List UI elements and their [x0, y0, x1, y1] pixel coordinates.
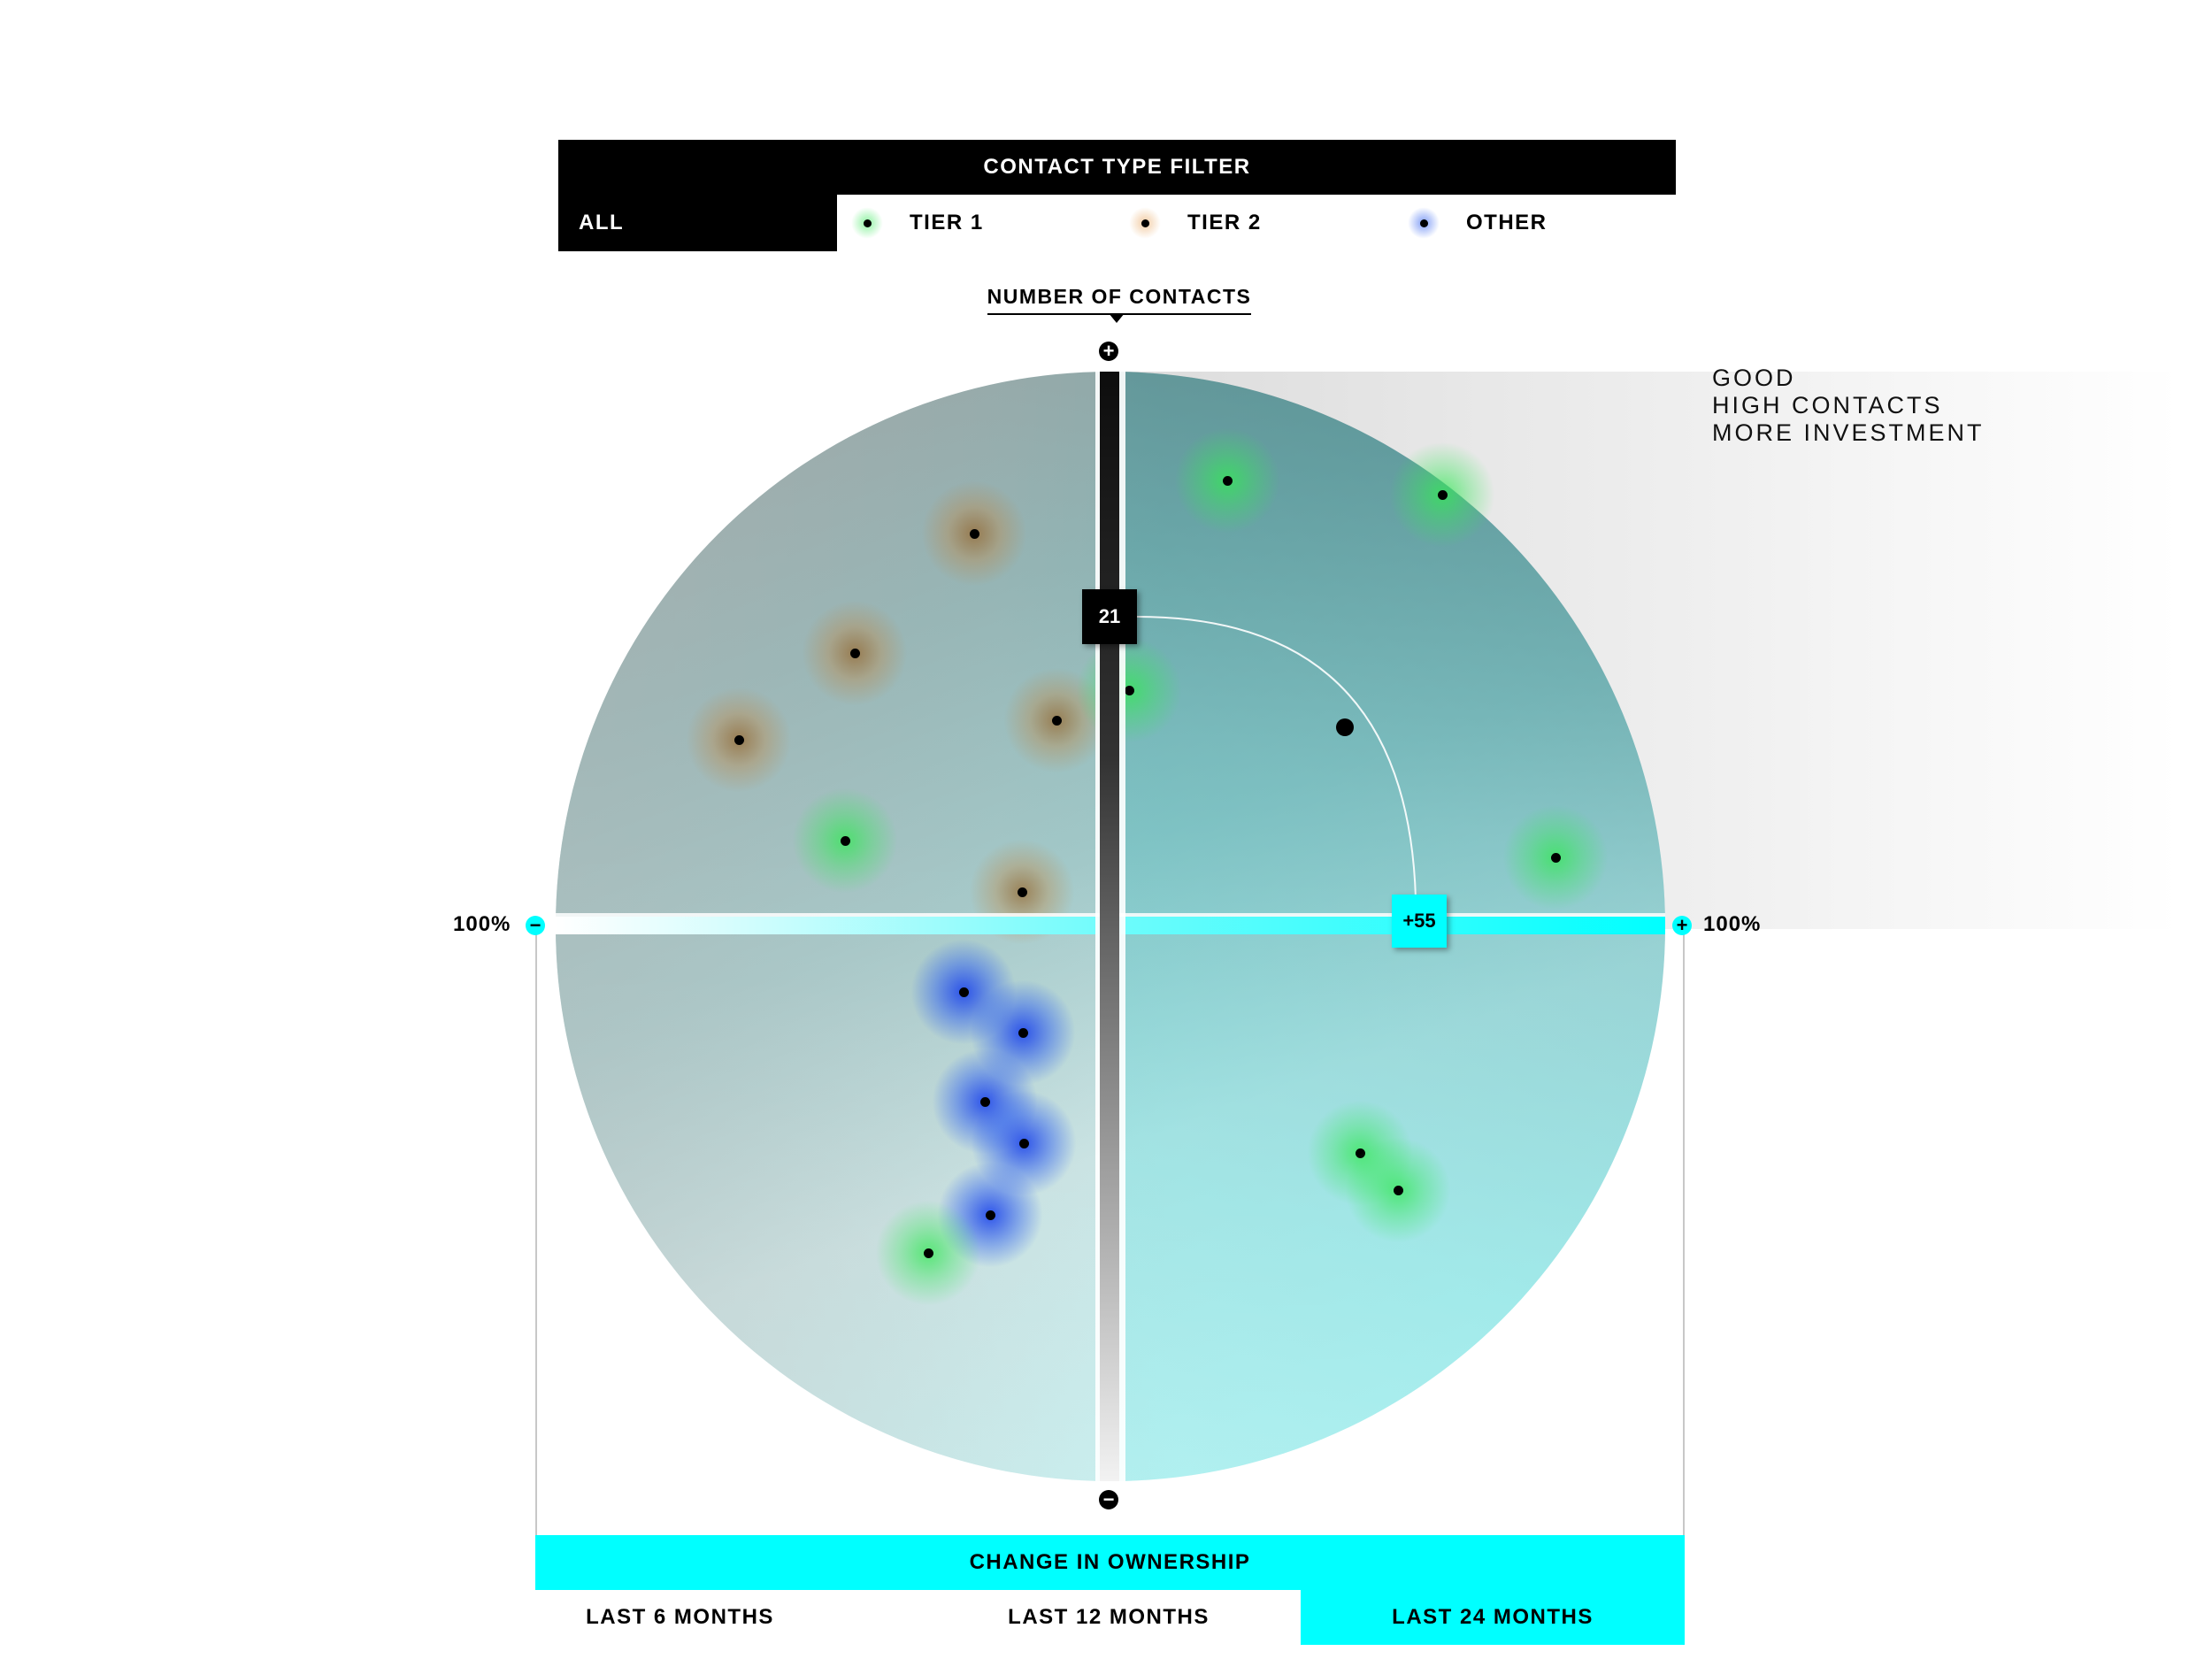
contacts-value-marker[interactable]: 21 — [1082, 589, 1137, 644]
arc-handle[interactable] — [1336, 718, 1354, 736]
x-axis-minus-icon[interactable]: − — [526, 916, 545, 935]
y-axis-gap — [1119, 372, 1125, 1481]
x-axis-left-label: 100% — [453, 912, 511, 936]
arc-path — [1136, 616, 1417, 899]
range-tab-24-months[interactable]: LAST 24 MONTHS — [1301, 1590, 1685, 1645]
range-tab-6-months[interactable]: LAST 6 MONTHS — [535, 1590, 825, 1645]
x-axis-right-label: 100% — [1703, 912, 1762, 936]
x-axis-plus-icon[interactable]: + — [1672, 916, 1692, 935]
range-tab-12-months[interactable]: LAST 12 MONTHS — [920, 1590, 1297, 1645]
y-axis-plus-icon[interactable]: + — [1099, 342, 1118, 361]
y-axis-minus-icon[interactable]: − — [1099, 1490, 1118, 1509]
y-axis-bar — [1100, 372, 1119, 1481]
ownership-value-marker[interactable]: +55 — [1392, 895, 1447, 948]
x-axis-title: CHANGE IN OWNERSHIP — [535, 1535, 1685, 1590]
